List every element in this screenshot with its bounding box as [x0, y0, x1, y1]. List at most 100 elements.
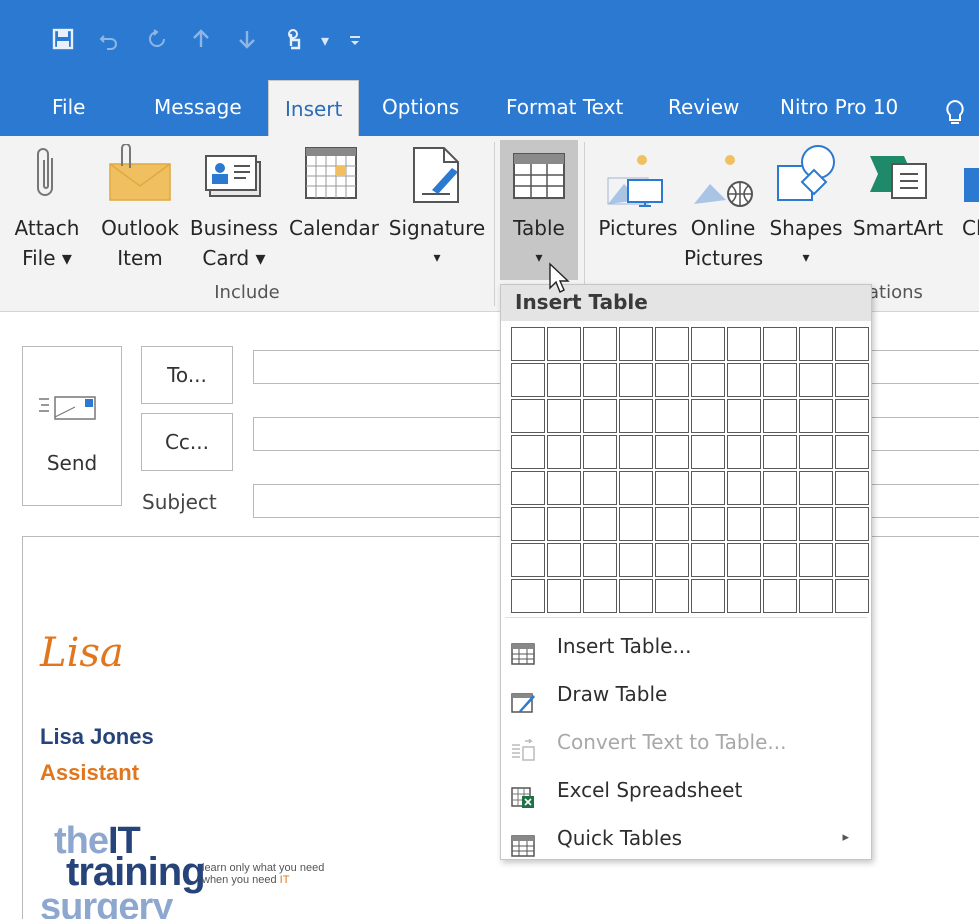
table-grid-cell[interactable]: [727, 399, 761, 433]
undo-icon[interactable]: [98, 28, 124, 54]
cc-button[interactable]: Cc...: [141, 413, 233, 471]
table-grid-cell[interactable]: [835, 363, 869, 397]
redo-icon[interactable]: [146, 28, 172, 54]
table-grid-cell[interactable]: [691, 471, 725, 505]
table-grid-cell[interactable]: [763, 579, 797, 613]
table-grid-cell[interactable]: [583, 435, 617, 469]
table-grid-cell[interactable]: [835, 435, 869, 469]
table-grid-cell[interactable]: [547, 363, 581, 397]
table-grid-cell[interactable]: [763, 327, 797, 361]
table-grid-cell[interactable]: [583, 507, 617, 541]
table-grid-cell[interactable]: [619, 363, 653, 397]
online-pictures-button[interactable]: Online Pictures: [684, 140, 763, 280]
menu-item-draw-table[interactable]: Draw Table: [501, 671, 871, 717]
tab-insert[interactable]: Insert: [268, 80, 360, 138]
table-grid-cell[interactable]: [511, 507, 545, 541]
menu-item-insert-table[interactable]: Insert Table...: [501, 623, 871, 669]
table-grid-cell[interactable]: [727, 327, 761, 361]
table-grid-cell[interactable]: [547, 507, 581, 541]
table-grid-cell[interactable]: [511, 363, 545, 397]
table-grid-cell[interactable]: [835, 543, 869, 577]
table-grid-cell[interactable]: [799, 363, 833, 397]
table-grid-cell[interactable]: [763, 435, 797, 469]
tab-format-text[interactable]: Format Text: [506, 78, 623, 136]
table-grid-cell[interactable]: [655, 327, 689, 361]
table-grid-cell[interactable]: [835, 507, 869, 541]
table-grid-cell[interactable]: [799, 435, 833, 469]
table-grid-cell[interactable]: [799, 471, 833, 505]
touch-mode-dropdown[interactable]: ▾: [312, 28, 338, 54]
table-grid-cell[interactable]: [583, 579, 617, 613]
table-grid-cell[interactable]: [655, 435, 689, 469]
table-grid-cell[interactable]: [691, 327, 725, 361]
table-grid-cell[interactable]: [799, 507, 833, 541]
table-grid-cell[interactable]: [547, 327, 581, 361]
table-grid-cell[interactable]: [691, 507, 725, 541]
table-grid-cell[interactable]: [619, 327, 653, 361]
table-grid-cell[interactable]: [655, 399, 689, 433]
table-grid-cell[interactable]: [547, 435, 581, 469]
table-grid-cell[interactable]: [583, 471, 617, 505]
table-grid-cell[interactable]: [511, 399, 545, 433]
outlook-item-button[interactable]: Outlook Item: [94, 140, 186, 280]
table-button[interactable]: Table ▾: [500, 140, 578, 280]
table-grid-cell[interactable]: [655, 363, 689, 397]
table-grid-cell[interactable]: [799, 399, 833, 433]
table-grid-cell[interactable]: [619, 471, 653, 505]
signature-button[interactable]: Signature ▾: [386, 140, 488, 280]
table-grid-cell[interactable]: [655, 579, 689, 613]
table-grid-cell[interactable]: [547, 579, 581, 613]
tab-message[interactable]: Message: [154, 78, 242, 136]
table-grid-cell[interactable]: [727, 435, 761, 469]
save-icon[interactable]: [52, 28, 78, 54]
table-grid-cell[interactable]: [547, 399, 581, 433]
menu-item-quick-tables[interactable]: Quick Tables ▸: [501, 815, 871, 861]
table-grid-cell[interactable]: [547, 471, 581, 505]
tab-file[interactable]: File: [52, 78, 85, 136]
table-grid-cell[interactable]: [583, 363, 617, 397]
table-grid-cell[interactable]: [727, 363, 761, 397]
down-arrow-icon[interactable]: [236, 28, 262, 54]
table-grid-cell[interactable]: [763, 507, 797, 541]
menu-item-convert-text-to-table[interactable]: Convert Text to Table...: [501, 719, 871, 765]
tab-review[interactable]: Review: [668, 78, 739, 136]
table-grid-cell[interactable]: [619, 435, 653, 469]
table-grid-cell[interactable]: [619, 543, 653, 577]
tab-nitro-pro[interactable]: Nitro Pro 10: [780, 78, 898, 136]
shapes-button[interactable]: Shapes ▾: [764, 140, 848, 280]
menu-item-excel-spreadsheet[interactable]: Excel Spreadsheet: [501, 767, 871, 813]
business-card-button[interactable]: Business Card ▾: [186, 140, 282, 280]
table-grid-cell[interactable]: [727, 471, 761, 505]
smartart-button[interactable]: SmartArt: [848, 140, 948, 280]
table-grid-cell[interactable]: [511, 435, 545, 469]
chart-button[interactable]: Cl: [950, 140, 979, 280]
table-grid-cell[interactable]: [799, 543, 833, 577]
to-button[interactable]: To...: [141, 346, 233, 404]
attach-file-button[interactable]: Attach File ▾: [0, 140, 94, 280]
table-grid-cell[interactable]: [835, 399, 869, 433]
table-grid-cell[interactable]: [511, 471, 545, 505]
table-grid-cell[interactable]: [763, 363, 797, 397]
table-grid-cell[interactable]: [511, 543, 545, 577]
table-grid-cell[interactable]: [799, 579, 833, 613]
table-grid-cell[interactable]: [547, 543, 581, 577]
table-grid-cell[interactable]: [691, 543, 725, 577]
table-grid-cell[interactable]: [691, 579, 725, 613]
calendar-button[interactable]: Calendar: [282, 140, 386, 280]
table-grid-cell[interactable]: [799, 327, 833, 361]
send-button[interactable]: Send: [22, 346, 122, 506]
up-arrow-icon[interactable]: [190, 28, 216, 54]
table-grid-cell[interactable]: [727, 543, 761, 577]
table-grid-cell[interactable]: [655, 543, 689, 577]
table-grid-cell[interactable]: [511, 327, 545, 361]
pictures-button[interactable]: Pictures: [588, 140, 688, 280]
table-grid-cell[interactable]: [691, 363, 725, 397]
table-grid-cell[interactable]: [691, 435, 725, 469]
table-grid-cell[interactable]: [763, 399, 797, 433]
table-grid-cell[interactable]: [619, 507, 653, 541]
table-grid-cell[interactable]: [835, 327, 869, 361]
table-grid-cell[interactable]: [583, 327, 617, 361]
lightbulb-icon[interactable]: [944, 92, 966, 124]
table-grid-cell[interactable]: [763, 471, 797, 505]
table-grid-cell[interactable]: [619, 399, 653, 433]
